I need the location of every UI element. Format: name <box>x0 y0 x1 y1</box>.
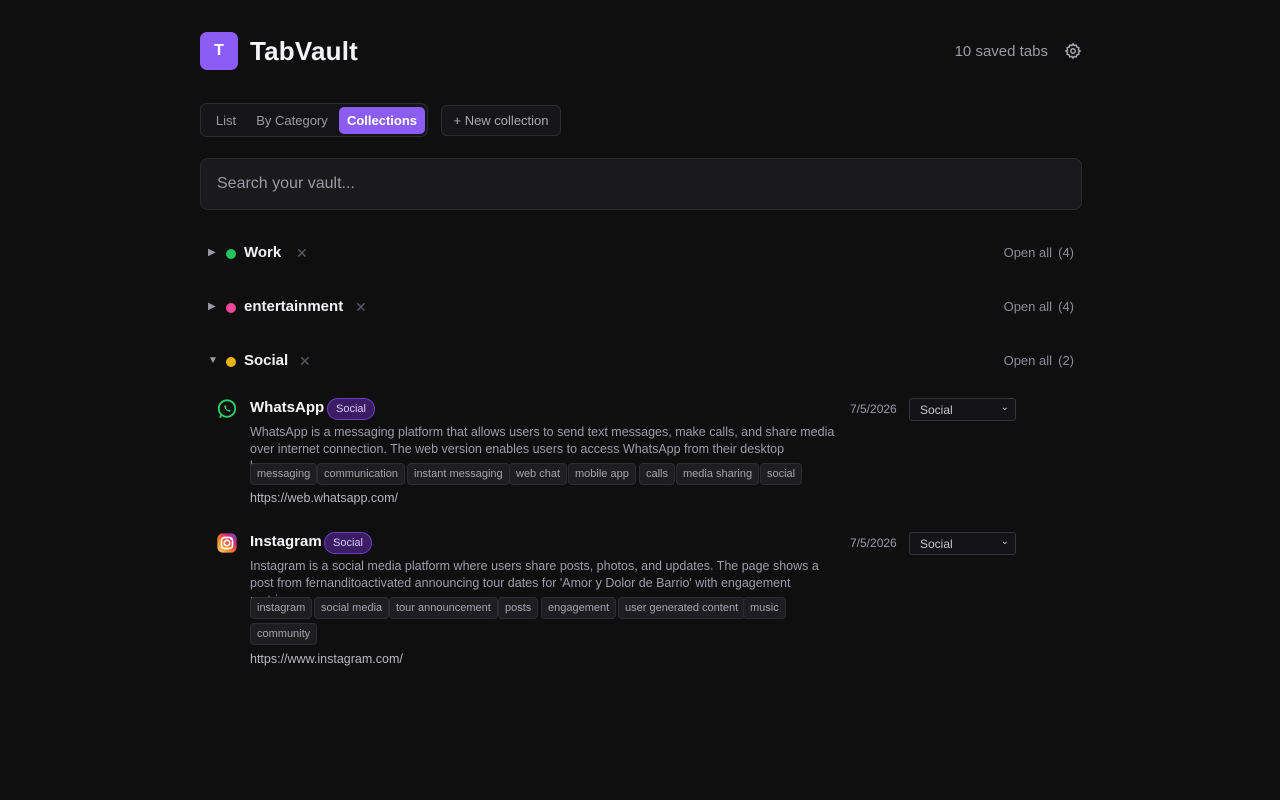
category-badge: Social <box>327 398 375 420</box>
tag[interactable]: instant messaging <box>407 463 510 485</box>
collection-social[interactable]: ▼ Social ✕ Open all (2) <box>200 350 1082 374</box>
chevron-down-icon: ⌄ <box>1000 536 1009 547</box>
collection-count: (4) <box>1058 245 1074 260</box>
tag[interactable]: social media <box>314 597 390 619</box>
collection-name[interactable]: entertainment <box>244 298 343 315</box>
collection-count: (4) <box>1058 299 1074 314</box>
tab-url[interactable]: https://web.whatsapp.com/ <box>250 491 398 505</box>
caret-down-icon[interactable]: ▼ <box>208 355 218 366</box>
tab-list[interactable]: List <box>207 107 245 134</box>
collection-name[interactable]: Work <box>244 244 281 261</box>
tag[interactable]: posts <box>498 597 539 619</box>
tab-collections[interactable]: Collections <box>339 107 425 134</box>
gear-icon[interactable] <box>1064 42 1082 60</box>
tag[interactable]: messaging <box>250 463 318 485</box>
tab-url[interactable]: https://www.instagram.com/ <box>250 652 403 666</box>
app-title: TabVault <box>250 36 359 66</box>
collection-color-dot <box>226 249 236 259</box>
tag[interactable]: tour announcement <box>389 597 498 619</box>
collection-count: (2) <box>1058 353 1074 368</box>
tab-title[interactable]: Instagram <box>250 533 322 550</box>
category-select[interactable]: Social ⌄ <box>909 532 1016 555</box>
collection-color-dot <box>226 357 236 367</box>
chevron-down-icon: ⌄ <box>1000 402 1009 413</box>
list-item: WhatsApp Social WhatsApp is a messaging … <box>216 398 1036 510</box>
saved-date: 7/5/2026 <box>850 536 897 550</box>
tab-by-category[interactable]: By Category <box>253 107 331 134</box>
tag[interactable]: media sharing <box>676 463 760 485</box>
collection-entertainment[interactable]: ▶ entertainment ✕ Open all (4) <box>200 296 1082 320</box>
tag[interactable]: user generated content <box>618 597 746 619</box>
instagram-icon <box>217 533 237 553</box>
category-select[interactable]: Social ⌄ <box>909 398 1016 421</box>
whatsapp-icon <box>217 399 237 419</box>
tag[interactable]: engagement <box>541 597 617 619</box>
tag[interactable]: mobile app <box>568 463 636 485</box>
category-badge: Social <box>324 532 372 554</box>
open-all-button[interactable]: Open all <box>1004 299 1052 314</box>
tag[interactable]: instagram <box>250 597 313 619</box>
list-item: Instagram Social Instagram is a social m… <box>216 532 1036 672</box>
tag[interactable]: social <box>760 463 803 485</box>
tag[interactable]: music <box>743 597 786 619</box>
caret-right-icon[interactable]: ▶ <box>208 247 216 258</box>
category-select-value: Social <box>920 537 953 551</box>
tag[interactable]: community <box>250 623 318 645</box>
tab-title[interactable]: WhatsApp <box>250 399 324 416</box>
saved-count: 10 saved tabs <box>954 43 1048 60</box>
close-icon[interactable]: ✕ <box>296 245 308 262</box>
tag[interactable]: communication <box>317 463 405 485</box>
caret-right-icon[interactable]: ▶ <box>208 301 216 312</box>
tag[interactable]: web chat <box>509 463 568 485</box>
view-tabs: List By Category Collections <box>200 103 428 137</box>
header: T TabVault 10 saved tabs <box>200 32 1082 70</box>
app-logo: T <box>200 32 238 70</box>
collection-work[interactable]: ▶ Work ✕ Open all (4) <box>200 242 1082 266</box>
new-collection-button[interactable]: + New collection <box>441 105 561 136</box>
collection-name[interactable]: Social <box>244 352 288 369</box>
close-icon[interactable]: ✕ <box>299 353 311 370</box>
saved-date: 7/5/2026 <box>850 402 897 416</box>
category-select-value: Social <box>920 403 953 417</box>
open-all-button[interactable]: Open all <box>1004 245 1052 260</box>
close-icon[interactable]: ✕ <box>355 299 367 316</box>
tag[interactable]: calls <box>639 463 676 485</box>
open-all-button[interactable]: Open all <box>1004 353 1052 368</box>
search-input[interactable] <box>200 158 1082 210</box>
collection-color-dot <box>226 303 236 313</box>
